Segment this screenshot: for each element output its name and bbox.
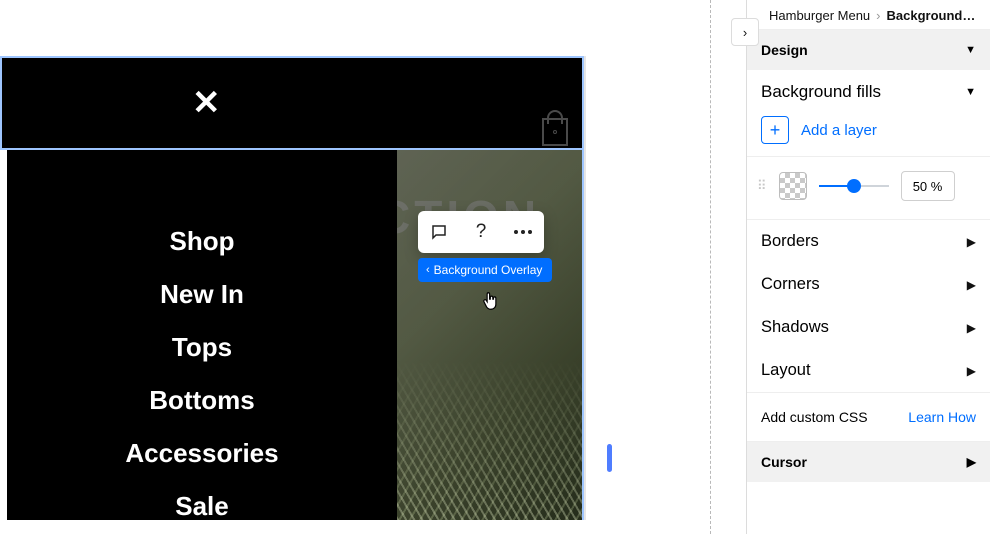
close-icon[interactable]: ✕ [192,83,221,123]
fill-swatch[interactable] [779,172,807,200]
hamburger-drawer: Shop New In Tops Bottoms Accessories Sal… [7,110,397,520]
context-toolbar: ? [418,211,544,253]
fill-layer-row: ⠿ 50 % [747,157,990,220]
menu-header-selection[interactable]: ✕ [0,56,584,150]
chevron-right-icon: › [743,25,747,40]
nav-item-sale[interactable]: Sale [175,491,229,522]
nav-item-new-in[interactable]: New In [160,279,244,310]
bg-fills-title: Background fills [761,82,881,102]
chevron-down-icon[interactable]: ▼ [965,86,976,98]
selection-label-text: Background Overlay [434,263,543,277]
design-section-header[interactable]: Design ▼ [747,30,990,70]
more-icon[interactable] [506,215,540,249]
design-inspector: › Hamburger Menu › Background Ove... Des… [746,0,990,534]
nav-item-accessories[interactable]: Accessories [125,438,278,469]
nav-item-bottoms[interactable]: Bottoms [149,385,254,416]
chevron-right-icon: › [876,8,880,23]
site-preview: CTION ✕ Shop New In Tops Bottoms Accesso… [0,0,586,520]
cursor-section-label: Cursor [761,454,807,470]
pointer-cursor-icon [480,290,502,312]
cart-icon[interactable] [542,118,568,146]
nav-item-shop[interactable]: Shop [170,226,235,257]
frame-resize-handle[interactable] [607,444,612,472]
design-canvas[interactable]: CTION ✕ Shop New In Tops Bottoms Accesso… [0,0,746,534]
panel-collapse-button[interactable]: › [731,18,759,46]
chevron-right-icon: ▶ [967,278,976,292]
breadcrumb: Hamburger Menu › Background Ove... [747,0,990,30]
add-layer-label: Add a layer [801,122,877,139]
hero-grass-texture [397,360,582,520]
chevron-right-icon: ▶ [967,455,976,469]
chevron-right-icon: ▶ [967,235,976,249]
breadcrumb-current: Background Ove... [887,8,979,23]
drag-handle-icon[interactable]: ⠿ [757,178,767,194]
chevron-right-icon: ▶ [967,321,976,335]
custom-css-row: Add custom CSS Learn How [747,392,990,442]
help-icon[interactable]: ? [464,215,498,249]
slider-knob[interactable] [847,179,861,193]
chevron-down-icon: ▼ [965,44,976,56]
design-section-label: Design [761,42,808,58]
plus-icon: + [761,116,789,144]
frame-boundary [710,0,711,534]
header-whitespace [0,0,586,56]
corners-row[interactable]: Corners ▶ [747,263,990,306]
learn-how-link[interactable]: Learn How [908,409,976,425]
opacity-input[interactable]: 50 % [901,171,955,201]
chevron-right-icon: ▶ [967,364,976,378]
breadcrumb-parent[interactable]: Hamburger Menu [769,8,870,23]
selection-label[interactable]: ‹ Background Overlay [418,258,552,282]
layout-row[interactable]: Layout ▶ [747,349,990,392]
hero-background: CTION [397,110,584,520]
comment-icon[interactable] [422,215,456,249]
opacity-slider[interactable] [819,176,889,196]
nav-item-tops[interactable]: Tops [172,332,232,363]
add-layer-button[interactable]: + Add a layer [761,116,976,144]
chevron-left-icon: ‹ [426,264,430,276]
custom-css-label: Add custom CSS [761,409,868,425]
background-fills-subsection: Background fills ▼ + Add a layer [747,70,990,157]
borders-row[interactable]: Borders ▶ [747,220,990,263]
shadows-row[interactable]: Shadows ▶ [747,306,990,349]
cursor-section-header[interactable]: Cursor ▶ [747,442,990,482]
